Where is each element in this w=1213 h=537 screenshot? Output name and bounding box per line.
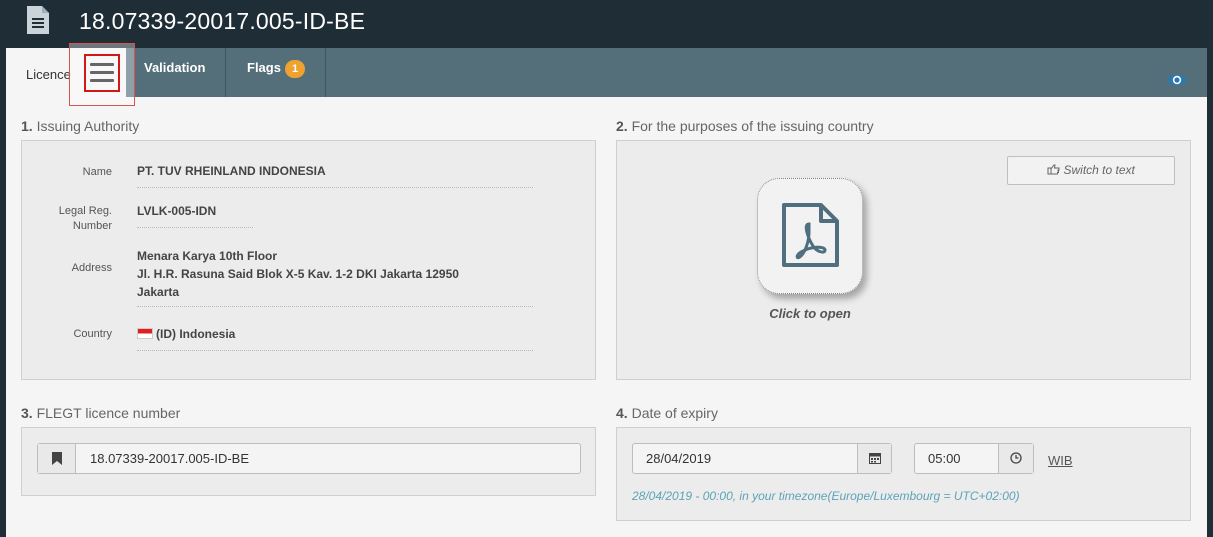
click-to-open-label[interactable]: Click to open [737, 306, 883, 321]
pdf-open-tile[interactable] [757, 178, 863, 294]
section-2-number: 2. [616, 118, 628, 134]
address-line-1: Menara Karya 10th Floor [137, 249, 278, 263]
tab-bar: Licence Validation Flags 1 [6, 43, 1207, 106]
hamburger-icon [90, 63, 114, 82]
document-icon [27, 6, 49, 34]
tab-validation-label: Validation [144, 60, 206, 75]
flags-count-badge: 1 [285, 60, 305, 78]
tab-licence-label: Licence [26, 67, 71, 82]
pdf-file-icon [782, 203, 839, 267]
legal-reg-label: Legal Reg. Number [22, 204, 112, 234]
hand-pointer-icon [1047, 164, 1060, 175]
licence-number-field[interactable]: 18.07339-20017.005-ID-BE [37, 443, 581, 474]
section-1-label: Issuing Authority [36, 118, 140, 134]
legal-reg-value: LVLK-005-IDN [137, 204, 217, 218]
section-4-label: Date of expiry [631, 405, 718, 421]
expiry-time-field[interactable]: 05:00 [914, 443, 1034, 474]
page-title: 18.07339-20017.005-ID-BE [79, 8, 366, 34]
expiry-time-value: 05:00 [928, 451, 961, 466]
tab-validation[interactable]: Validation [126, 48, 226, 97]
section-2-label: For the purposes of the issuing country [631, 118, 874, 134]
timezone-note: 28/04/2019 - 00:00, in your timezone(Eur… [632, 489, 1020, 503]
section-1-title: 1. Issuing Authority [21, 118, 139, 134]
section-3-title: 3. FLEGT licence number [21, 405, 180, 421]
section-2-title: 2. For the purposes of the issuing count… [616, 118, 874, 134]
divider [137, 187, 533, 188]
section-4-number: 4. [616, 405, 628, 421]
tab-flags[interactable]: Flags 1 [226, 48, 326, 97]
address-line-3: Jakarta [137, 285, 180, 299]
eye-icon[interactable] [1166, 72, 1188, 88]
legal-reg-label-line2: Number [72, 220, 112, 232]
switch-to-text-label: Switch to text [1063, 163, 1135, 177]
licence-number-value: 18.07339-20017.005-ID-BE [90, 451, 250, 466]
section-1-number: 1. [21, 118, 33, 134]
address-line-2: Jl. H.R. Rasuna Said Blok X-5 Kav. 1-2 D… [137, 267, 459, 281]
switch-to-text-button[interactable]: Switch to text [1007, 156, 1175, 185]
bookmark-addon [38, 444, 76, 473]
divider [137, 306, 533, 307]
expiry-date-field[interactable]: 28/04/2019 [632, 443, 892, 474]
indonesia-flag-icon [137, 328, 153, 339]
name-label: Name [82, 166, 112, 178]
country-text: (ID) Indonesia [156, 327, 236, 341]
divider [137, 350, 533, 351]
calendar-icon [869, 453, 881, 464]
expiry-date-value: 28/04/2019 [646, 451, 712, 466]
title-bar: 18.07339-20017.005-ID-BE [0, 0, 1213, 44]
address-label: Address [71, 262, 112, 274]
menu-button[interactable] [84, 54, 120, 92]
section-3-number: 3. [21, 405, 33, 421]
tab-flags-label: Flags [247, 60, 281, 75]
section-3-label: FLEGT licence number [36, 405, 181, 421]
legal-reg-label-line1: Legal Reg. [58, 205, 112, 217]
issuing-authority-box: Name PT. TUV RHEINLAND INDONESIA Legal R… [21, 140, 596, 380]
country-label: Country [73, 328, 112, 340]
name-value: PT. TUV RHEINLAND INDONESIA [137, 164, 326, 178]
bookmark-icon [52, 452, 62, 465]
clock-button[interactable] [998, 444, 1033, 473]
divider [137, 227, 253, 228]
section-4-title: 4. Date of expiry [616, 405, 718, 421]
calendar-button[interactable] [857, 444, 891, 473]
timezone-link[interactable]: WIB [1048, 453, 1073, 468]
licence-number-box: 18.07339-20017.005-ID-BE [21, 427, 596, 496]
issuing-country-box: Switch to text Click to open [616, 140, 1191, 380]
country-value: (ID) Indonesia [137, 325, 235, 343]
date-of-expiry-box [616, 427, 1191, 521]
clock-icon [1010, 452, 1022, 464]
